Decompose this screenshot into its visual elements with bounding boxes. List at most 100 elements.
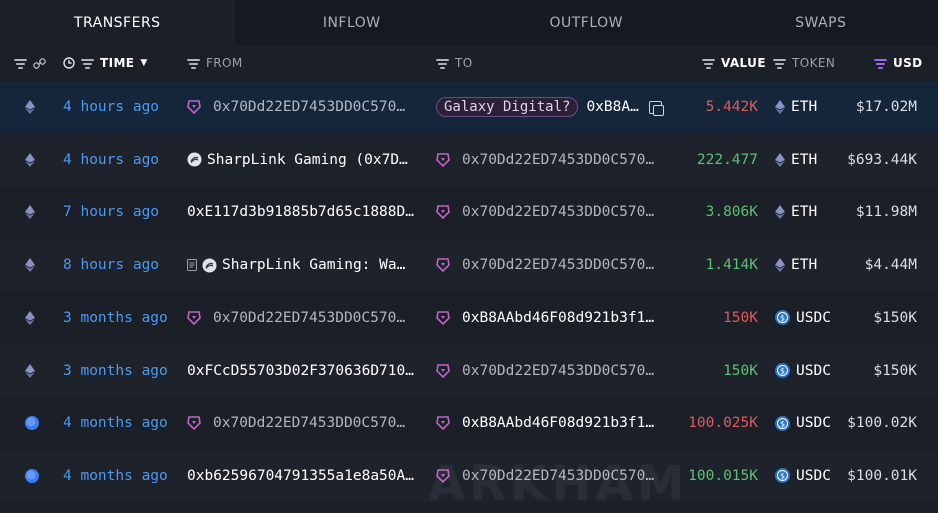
ethereum-chain-icon bbox=[25, 152, 35, 167]
to-address[interactable]: 0x70Dd22ED7453DD0C570… bbox=[462, 468, 654, 484]
chain-cell bbox=[25, 186, 35, 238]
tab-inflow[interactable]: INFLOW bbox=[235, 0, 470, 45]
usd-cell: $11.98M bbox=[855, 204, 917, 221]
svg-text:$: $ bbox=[780, 419, 785, 428]
filter-icon[interactable] bbox=[81, 58, 94, 69]
tab-bar: TRANSFERS INFLOW OUTFLOW SWAPS bbox=[0, 0, 938, 45]
usd-cell: $693.44K bbox=[847, 151, 917, 168]
ethereum-chain-icon bbox=[25, 258, 35, 273]
to-cell[interactable]: 0x70Dd22ED7453DD0C570… bbox=[436, 186, 671, 238]
time-link[interactable]: 3 months ago bbox=[63, 345, 168, 397]
to-address[interactable]: 0x70Dd22ED7453DD0C570… bbox=[462, 152, 654, 168]
header-usd[interactable]: USD bbox=[874, 45, 923, 81]
filter-icon[interactable] bbox=[436, 58, 449, 69]
filter-icon[interactable] bbox=[773, 58, 786, 69]
from-address[interactable]: 0x70Dd22ED7453DD0C570… bbox=[213, 415, 405, 431]
from-address[interactable]: 0xE117d3b91885b7d65c1888D… bbox=[187, 204, 414, 220]
to-address[interactable]: 0xB8A… bbox=[586, 99, 638, 115]
time-link[interactable]: 4 months ago bbox=[63, 450, 168, 502]
tab-swaps[interactable]: SWAPS bbox=[704, 0, 938, 45]
header-from[interactable]: FROM bbox=[187, 45, 243, 81]
header-value[interactable]: VALUE bbox=[702, 45, 766, 81]
usdc-icon: $ bbox=[775, 310, 790, 326]
header-token-label: TOKEN bbox=[792, 56, 836, 70]
time-link[interactable]: 3 months ago bbox=[63, 292, 168, 344]
chain-filter[interactable] bbox=[14, 45, 46, 81]
base-chain-icon bbox=[25, 416, 39, 431]
from-cell[interactable]: 0xE117d3b91885b7d65c1888D… bbox=[187, 186, 427, 238]
table-row[interactable]: 4 hours ago SharpLink Gaming (0x7D… 0x70Dd… bbox=[0, 133, 938, 186]
to-address[interactable]: 0xB8AAbd46F08d921b3f1… bbox=[462, 310, 654, 326]
to-cell[interactable]: Galaxy Digital? 0xB8A… bbox=[436, 81, 671, 133]
value-cell: 3.806K bbox=[705, 204, 758, 221]
usdc-icon: $ bbox=[775, 363, 790, 378]
to-address[interactable]: 0x70Dd22ED7453DD0C570… bbox=[462, 257, 654, 273]
from-cell[interactable]: 0x70Dd22ED7453DD0C570… bbox=[187, 292, 427, 344]
arkham-entity-icon bbox=[187, 310, 201, 325]
table-row[interactable]: 4 months ago 0xb62596704791355a1e8a50A… 0x… bbox=[0, 449, 938, 502]
header-token[interactable]: TOKEN bbox=[773, 45, 835, 81]
to-cell[interactable]: 0x70Dd22ED7453DD0C570… bbox=[436, 239, 671, 291]
filter-active-icon[interactable] bbox=[874, 58, 887, 69]
filter-icon[interactable] bbox=[14, 58, 27, 69]
svg-text:$: $ bbox=[780, 472, 785, 481]
header-time[interactable]: TIME ▼ bbox=[63, 45, 148, 81]
sharplink-icon bbox=[187, 152, 202, 167]
table-row[interactable]: 8 hours ago SharpLink Gaming: Wa… 0x70Dd22… bbox=[0, 239, 938, 292]
to-cell[interactable]: 0xB8AAbd46F08d921b3f1… bbox=[436, 397, 671, 449]
table-row[interactable]: 4 months ago 0x70Dd22ED7453DD0C570… 0xB8AA… bbox=[0, 397, 938, 449]
table-row[interactable]: 4 hours ago 0x70Dd22ED7453DD0C570… Galaxy … bbox=[0, 81, 938, 133]
from-address[interactable]: SharpLink Gaming: Wa… bbox=[222, 257, 405, 273]
from-cell[interactable]: SharpLink Gaming: Wa… bbox=[187, 239, 427, 291]
from-address[interactable]: SharpLink Gaming (0x7D… bbox=[207, 152, 408, 168]
time-link[interactable]: 8 hours ago bbox=[63, 239, 159, 291]
arkham-entity-icon bbox=[187, 100, 201, 114]
time-link[interactable]: 4 hours ago bbox=[63, 81, 159, 133]
from-address[interactable]: 0x70Dd22ED7453DD0C570… bbox=[213, 310, 405, 326]
clock-icon bbox=[63, 57, 75, 69]
to-cell[interactable]: 0xB8AAbd46F08d921b3f1… bbox=[436, 292, 671, 344]
eth-icon bbox=[775, 258, 785, 273]
header-to-label: TO bbox=[455, 56, 473, 70]
to-cell[interactable]: 0x70Dd22ED7453DD0C570… bbox=[436, 134, 671, 186]
ethereum-chain-icon bbox=[25, 310, 35, 325]
chain-cell bbox=[25, 81, 35, 133]
chain-cell bbox=[25, 397, 39, 449]
table-row[interactable]: 3 months ago 0x70Dd22ED7453DD0C570… 0xB8AA… bbox=[0, 292, 938, 344]
from-address[interactable]: 0xb62596704791355a1e8a50A… bbox=[187, 468, 414, 484]
table-row[interactable]: 3 months ago 0xFCcD55703D02F370636D710… 0x… bbox=[0, 344, 938, 397]
table-row[interactable]: 7 hours ago 0xE117d3b91885b7d65c1888D… 0x7… bbox=[0, 186, 938, 238]
from-address[interactable]: 0x70Dd22ED7453DD0C570… bbox=[213, 99, 405, 115]
to-cell[interactable]: 0x70Dd22ED7453DD0C570… bbox=[436, 450, 671, 502]
from-cell[interactable]: 0x70Dd22ED7453DD0C570… bbox=[187, 397, 427, 449]
sort-desc-icon[interactable]: ▼ bbox=[140, 58, 147, 68]
time-link[interactable]: 4 months ago bbox=[63, 397, 168, 449]
filter-icon[interactable] bbox=[187, 58, 200, 69]
eth-icon bbox=[775, 100, 785, 114]
from-cell[interactable]: SharpLink Gaming (0x7D… bbox=[187, 134, 427, 186]
time-link[interactable]: 4 hours ago bbox=[63, 134, 159, 186]
from-cell[interactable]: 0xFCcD55703D02F370636D710… bbox=[187, 345, 427, 397]
header-from-label: FROM bbox=[206, 56, 243, 70]
usd-cell: $150K bbox=[873, 309, 917, 326]
time-link[interactable]: 7 hours ago bbox=[63, 186, 159, 238]
tab-outflow[interactable]: OUTFLOW bbox=[469, 0, 704, 45]
header-to[interactable]: TO bbox=[436, 45, 473, 81]
to-cell[interactable]: 0x70Dd22ED7453DD0C570… bbox=[436, 345, 671, 397]
contract-icon bbox=[187, 259, 197, 272]
usd-cell: $100.01K bbox=[847, 467, 917, 484]
arkham-entity-icon bbox=[436, 469, 450, 483]
filter-icon[interactable] bbox=[702, 58, 715, 69]
from-address[interactable]: 0xFCcD55703D02F370636D710… bbox=[187, 363, 414, 379]
to-address[interactable]: 0xB8AAbd46F08d921b3f1… bbox=[462, 415, 654, 431]
to-address[interactable]: 0x70Dd22ED7453DD0C570… bbox=[462, 204, 654, 220]
entity-tag[interactable]: Galaxy Digital? bbox=[436, 97, 579, 117]
usdc-icon: $ bbox=[775, 468, 790, 484]
arkham-entity-icon bbox=[436, 152, 450, 167]
from-cell[interactable]: 0x70Dd22ED7453DD0C570… bbox=[187, 81, 427, 133]
from-cell[interactable]: 0xb62596704791355a1e8a50A… bbox=[187, 450, 427, 502]
to-address[interactable]: 0x70Dd22ED7453DD0C570… bbox=[462, 363, 654, 379]
value-cell: 100.025K bbox=[688, 415, 758, 432]
tab-transfers[interactable]: TRANSFERS bbox=[0, 0, 235, 45]
eth-icon bbox=[775, 152, 785, 167]
